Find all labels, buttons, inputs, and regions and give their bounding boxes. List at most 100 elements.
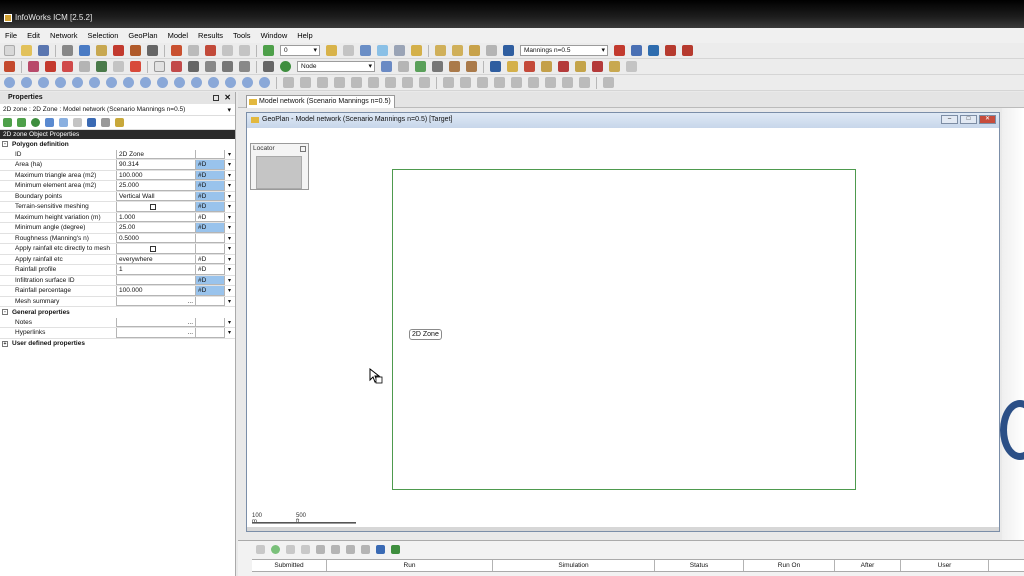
property-flag[interactable]: #D <box>196 202 224 212</box>
filter-icon[interactable] <box>73 118 82 127</box>
run-icon[interactable] <box>263 45 274 56</box>
delete-icon[interactable] <box>205 45 216 56</box>
undo-icon[interactable] <box>171 45 182 56</box>
draw-weir-icon[interactable] <box>242 77 253 88</box>
start-job-icon[interactable] <box>271 545 280 554</box>
menu-selection[interactable]: Selection <box>88 31 119 40</box>
graph-icon[interactable] <box>411 45 422 56</box>
edit-geometry-icon[interactable] <box>415 61 426 72</box>
link-tool-icon[interactable] <box>62 61 73 72</box>
snap-icon[interactable] <box>368 77 379 88</box>
draw-bridge-icon[interactable] <box>225 77 236 88</box>
draw-porous-icon[interactable] <box>208 77 219 88</box>
property-value-field[interactable]: 90.314 <box>116 160 196 170</box>
zoom-out-icon[interactable] <box>466 61 477 72</box>
property-flag[interactable]: #D <box>196 213 224 222</box>
draw-mesh-icon[interactable] <box>106 77 117 88</box>
compare-icon[interactable] <box>435 45 446 56</box>
move-down-icon[interactable] <box>346 545 355 554</box>
back-icon[interactable] <box>3 118 12 127</box>
chevron-down-icon[interactable]: ▾ <box>224 296 234 306</box>
draw-link-icon[interactable] <box>21 77 32 88</box>
locator-panel[interactable]: Locator <box>250 143 309 190</box>
table-view-icon[interactable] <box>394 45 405 56</box>
move-top-icon[interactable] <box>316 545 325 554</box>
close-scenario-icon[interactable] <box>682 45 693 56</box>
chevron-down-icon[interactable]: ▾ <box>224 212 234 222</box>
chevron-down-icon[interactable]: ▾ <box>224 317 234 327</box>
draw-point-icon[interactable] <box>89 77 100 88</box>
property-value-field[interactable]: 100.000 <box>116 286 196 296</box>
print-preview-icon[interactable] <box>626 61 637 72</box>
draw-wall-icon[interactable] <box>140 77 151 88</box>
polygon-tool-icon[interactable] <box>79 61 90 72</box>
table-icon[interactable] <box>59 118 68 127</box>
draw-void-icon[interactable] <box>157 77 168 88</box>
property-section[interactable]: + User defined properties <box>0 339 235 350</box>
property-checkbox[interactable] <box>150 204 156 210</box>
theme-icon[interactable] <box>524 61 535 72</box>
ellipsis-button[interactable]: ... <box>188 328 193 338</box>
find-icon[interactable] <box>381 61 392 72</box>
open-icon[interactable] <box>21 45 32 56</box>
property-value-field[interactable]: ... <box>116 328 196 338</box>
property-flag[interactable]: #D <box>196 286 224 296</box>
properties-icon[interactable] <box>541 61 552 72</box>
globe-icon[interactable] <box>280 61 291 72</box>
pointer-icon[interactable] <box>154 61 165 72</box>
menu-file[interactable]: File <box>5 31 17 40</box>
save-icon[interactable] <box>38 45 49 56</box>
edit-icon[interactable] <box>87 118 96 127</box>
minimize-button[interactable]: – <box>941 115 958 124</box>
close-button[interactable]: ✕ <box>979 115 996 124</box>
agent-icon[interactable] <box>391 545 400 554</box>
locator-map[interactable] <box>256 156 302 189</box>
scenario-combo[interactable]: Mannings n=0.5 <box>520 45 608 56</box>
pause-icon[interactable] <box>301 545 310 554</box>
property-flag[interactable] <box>196 234 224 243</box>
check-icon[interactable] <box>4 61 15 72</box>
polygon-select-icon[interactable] <box>205 61 216 72</box>
column-header-after[interactable]: After <box>835 560 901 571</box>
chevron-down-icon[interactable]: ▾ <box>224 233 234 243</box>
object-type-combo[interactable]: Node <box>297 61 375 72</box>
ungroup-icon[interactable] <box>579 77 590 88</box>
merge-icon[interactable] <box>452 45 463 56</box>
property-value-field[interactable]: everywhere <box>116 254 196 264</box>
subcatchment-tool-icon[interactable] <box>96 61 107 72</box>
chevron-down-icon[interactable]: ▾ <box>224 328 234 338</box>
property-flag[interactable]: #D <box>196 275 224 285</box>
property-flag[interactable]: #D <box>196 181 224 191</box>
tools-icon[interactable] <box>130 45 141 56</box>
property-checkbox[interactable] <box>150 246 156 252</box>
geoplan-view-icon[interactable] <box>377 45 388 56</box>
property-section[interactable]: - General properties <box>0 307 235 318</box>
scenario-split-icon[interactable] <box>631 45 642 56</box>
counter-combo[interactable]: 0 <box>280 45 320 56</box>
group-icon[interactable] <box>562 77 573 88</box>
node-tool-icon[interactable] <box>45 61 56 72</box>
commit-icon[interactable] <box>113 45 124 56</box>
locate-icon[interactable] <box>45 118 54 127</box>
wrench-icon[interactable] <box>101 118 110 127</box>
measure-icon[interactable] <box>239 61 250 72</box>
property-value-field[interactable]: 100.000 <box>116 170 196 180</box>
area-select-icon[interactable] <box>188 61 199 72</box>
scenario-link-icon[interactable] <box>503 45 514 56</box>
move-up-icon[interactable] <box>331 545 340 554</box>
copy-icon[interactable] <box>222 45 233 56</box>
chevron-down-icon[interactable]: ▾ <box>224 191 234 201</box>
expand-toggle-icon[interactable]: + <box>2 340 8 347</box>
help-context-icon[interactable] <box>147 45 158 56</box>
scale-icon[interactable] <box>477 77 488 88</box>
chevron-down-icon[interactable]: ▾ <box>224 181 234 191</box>
menu-help[interactable]: Help <box>297 31 312 40</box>
distribute-icon[interactable] <box>545 77 556 88</box>
draw-spill-icon[interactable] <box>191 77 202 88</box>
menu-model[interactable]: Model <box>168 31 188 40</box>
property-value-field[interactable] <box>116 202 196 212</box>
property-value-field[interactable]: 1.000 <box>116 212 196 222</box>
draw-sluice-icon[interactable] <box>259 77 270 88</box>
ellipsis-button[interactable]: ... <box>188 318 193 328</box>
property-value-field[interactable]: 0.5000 <box>116 233 196 243</box>
